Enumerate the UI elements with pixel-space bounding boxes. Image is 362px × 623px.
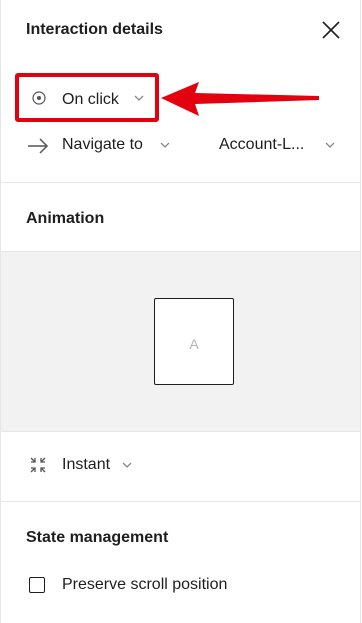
preserve-scroll-label: Preserve scroll position [62,576,228,593]
panel-title: Interaction details [26,21,163,38]
animation-preview: A [1,252,360,431]
destination-dropdown[interactable]: Account-L... [219,136,304,154]
preserve-scroll-row: Preserve scroll position [1,572,360,602]
state-section-title: State management [26,529,169,546]
preserve-scroll-checkbox[interactable] [29,577,45,593]
animation-type-row: Instant [1,449,360,481]
action-dropdown[interactable]: Navigate to [62,136,143,154]
trigger-label: On click [62,91,119,108]
trigger-dropdown[interactable]: On click [15,73,159,122]
preview-letter: A [189,336,199,352]
chevron-down-icon [134,95,144,101]
annotation-arrow [161,82,319,116]
animation-dropdown[interactable]: Instant [62,456,110,474]
chevron-down-icon [122,462,132,468]
divider [1,501,360,502]
panel-header: Interaction details [1,0,360,60]
divider [1,431,360,432]
interaction-details-panel: Interaction details On click Navigate to [0,0,361,623]
target-circle-icon [32,91,46,105]
chevron-down-icon [160,142,170,148]
close-icon [322,21,340,39]
chevron-down-icon [325,142,335,148]
close-button[interactable] [317,16,345,44]
animation-section-title: Animation [26,210,105,227]
preview-frame: A [154,298,234,385]
divider [1,182,360,183]
arrow-right-icon [28,138,49,154]
collapse-arrows-icon [30,457,46,473]
action-row: Navigate to Account-L... [1,128,360,164]
